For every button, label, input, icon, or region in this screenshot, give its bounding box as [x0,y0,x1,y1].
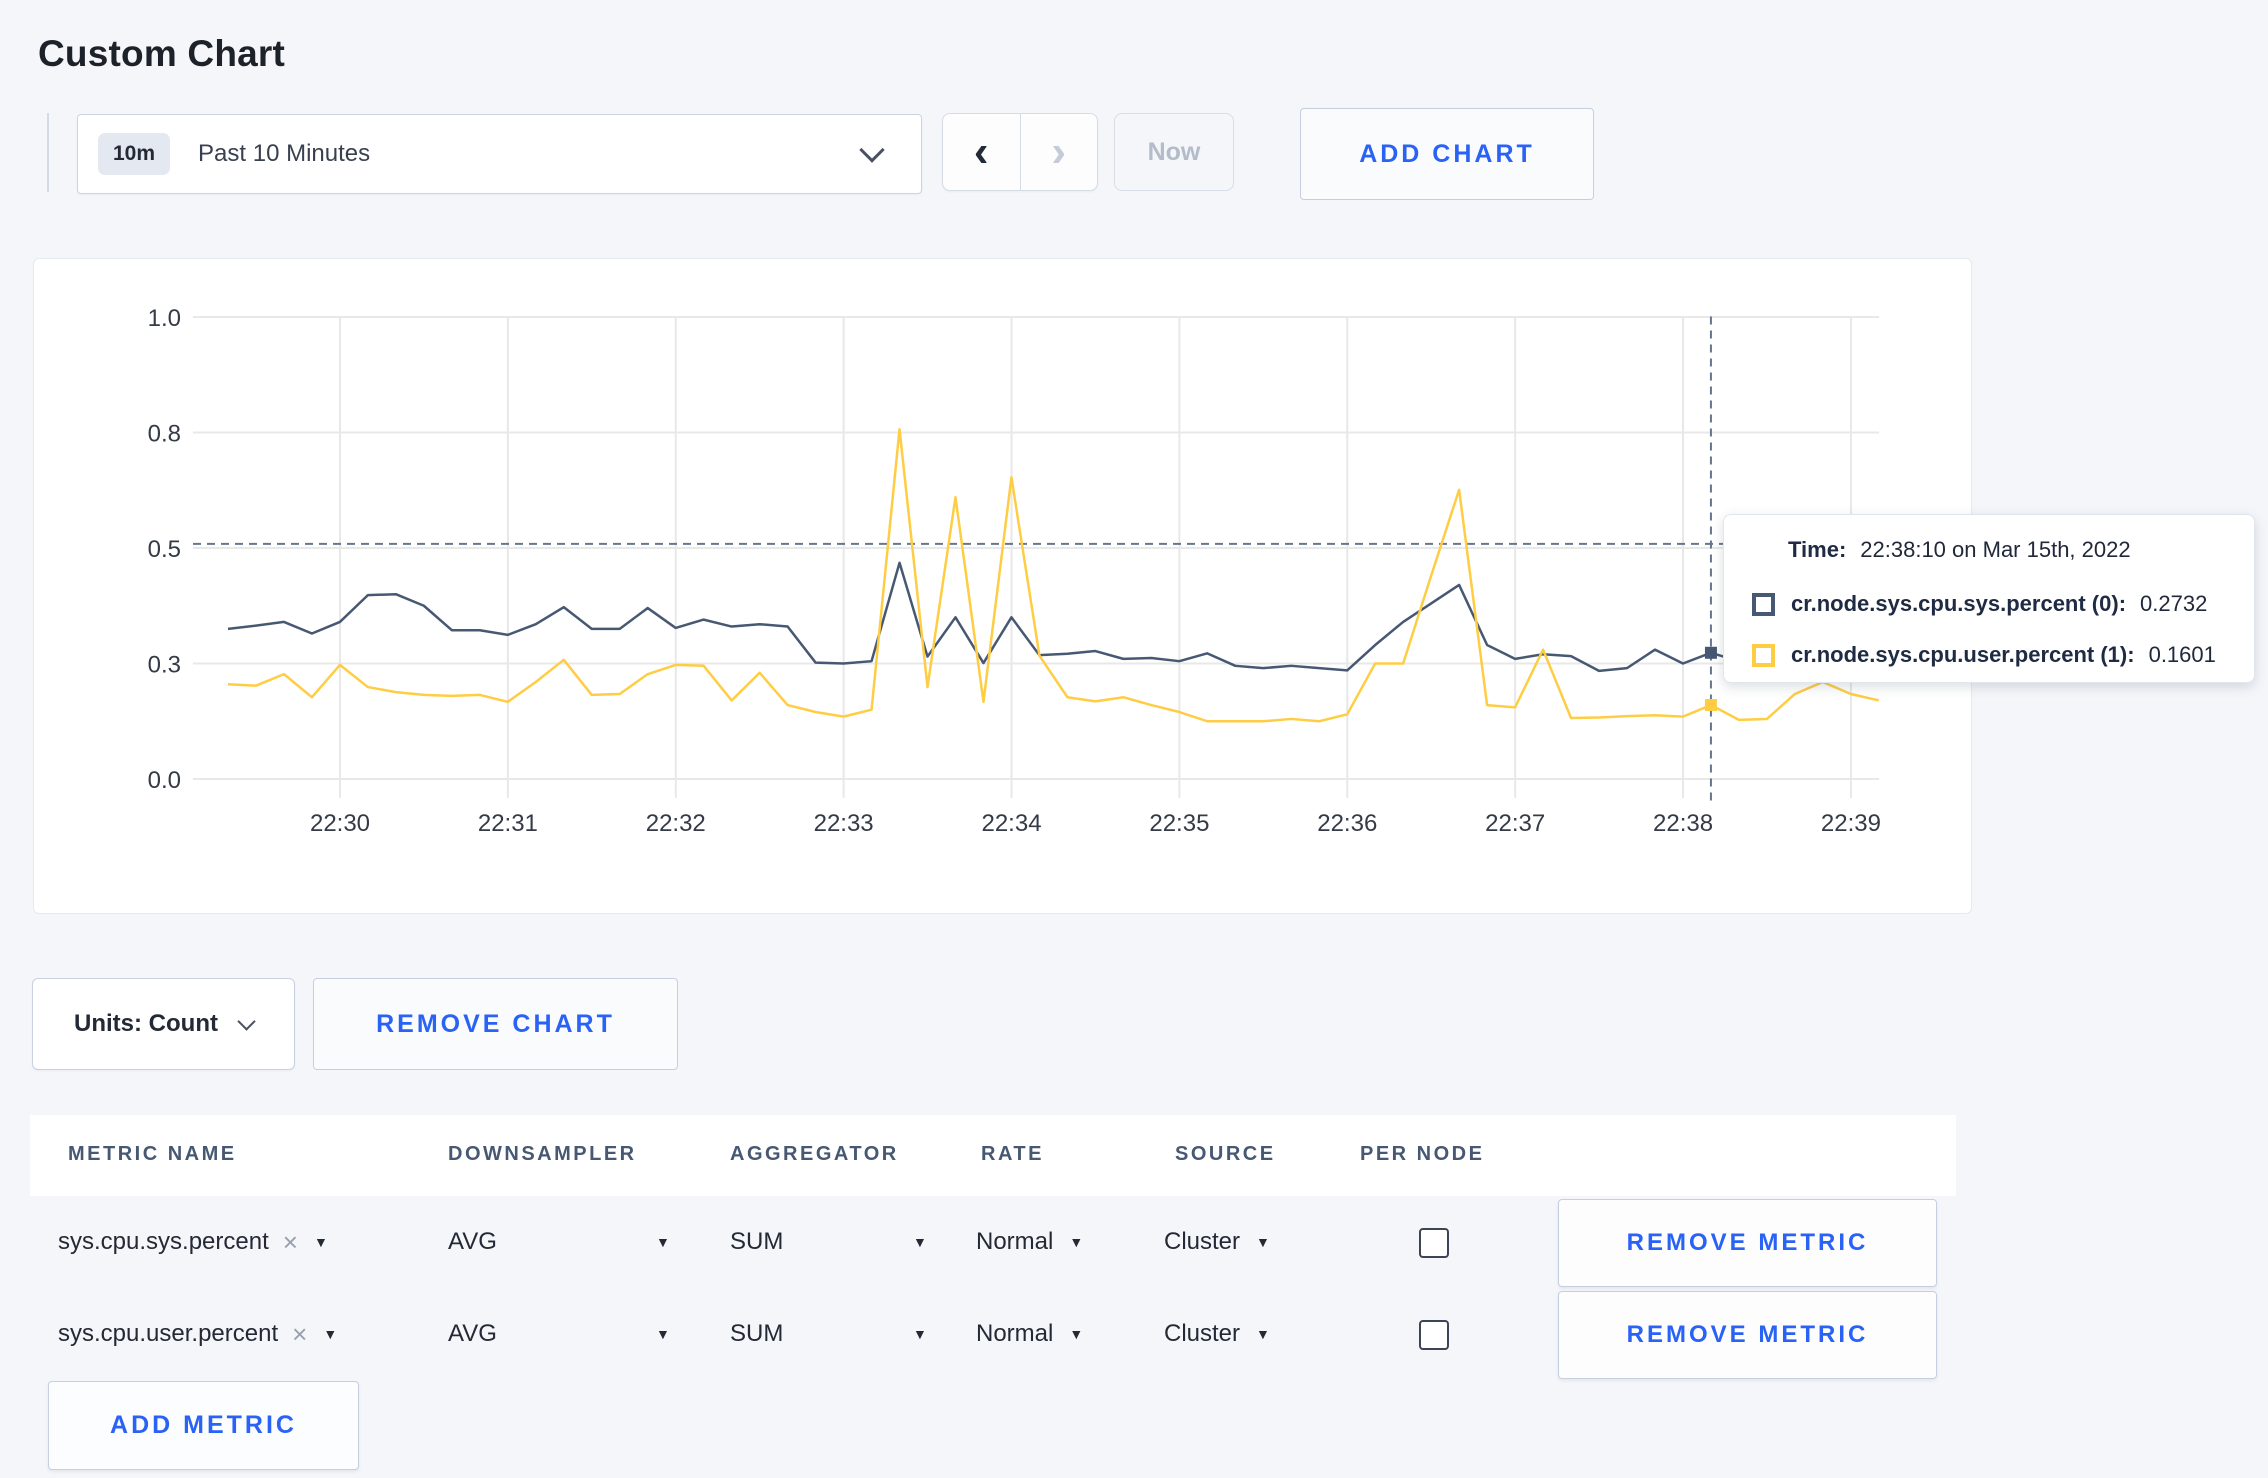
caret-down-icon: ▼ [1069,1326,1084,1342]
rate-value: Normal [976,1320,1054,1347]
downsampler-select[interactable]: AVG ▼ [448,1288,670,1380]
svg-text:22:38: 22:38 [1653,810,1713,837]
tooltip-time-label: Time: [1788,537,1847,562]
column-header-metric-name: METRIC NAME [68,1143,237,1165]
svg-text:22:37: 22:37 [1485,810,1545,837]
caret-down-icon: ▼ [313,1234,328,1250]
metric-name-select[interactable]: sys.cpu.sys.percent × ▼ [58,1196,328,1288]
aggregator-value: SUM [730,1320,784,1347]
metrics-table-header: METRIC NAME DOWNSAMPLER AGGREGATOR RATE … [30,1115,1956,1196]
chevron-down-icon [859,137,885,163]
add-metric-label: ADD METRIC [110,1411,297,1439]
tooltip-series-row: cr.node.sys.cpu.user.percent (1): 0.1601 [1752,642,2216,668]
svg-text:0.3: 0.3 [148,652,181,679]
rate-select[interactable]: Normal ▼ [976,1288,1083,1380]
aggregator-select[interactable]: SUM ▼ [730,1196,927,1288]
svg-text:22:35: 22:35 [1149,810,1209,837]
metric-name-value: sys.cpu.sys.percent [58,1228,269,1255]
per-node-checkbox[interactable] [1419,1228,1449,1258]
caret-down-icon: ▼ [1256,1234,1270,1250]
toolbar-divider [47,113,49,192]
svg-text:22:34: 22:34 [981,810,1041,837]
caret-down-icon: ▼ [323,1326,338,1342]
tooltip-series-name: cr.node.sys.cpu.sys.percent (0): [1791,591,2127,616]
svg-text:22:39: 22:39 [1821,810,1881,837]
metric-row: sys.cpu.sys.percent × ▼ AVG ▼ SUM ▼ Norm… [0,1196,2268,1288]
svg-text:22:30: 22:30 [310,810,370,837]
now-button-label: Now [1147,137,1201,166]
chevron-down-icon [237,1011,256,1031]
next-range-button[interactable]: › [1021,114,1098,190]
caret-down-icon: ▼ [1069,1234,1084,1250]
column-header-per-node: PER NODE [1360,1143,1485,1165]
series-swatch-icon [1752,592,1775,616]
column-header-downsampler: DOWNSAMPLER [448,1143,637,1165]
clear-metric-icon[interactable]: × [283,1227,298,1258]
time-range-badge: 10m [98,133,171,175]
source-value: Cluster [1164,1320,1241,1347]
column-header-rate: RATE [981,1143,1044,1165]
metric-name-select[interactable]: sys.cpu.user.percent × ▼ [58,1288,337,1380]
rate-select[interactable]: Normal ▼ [976,1196,1083,1288]
chart-card: 0.0 0.3 0.5 0.8 1.0 22:30 22:31 22:32 22:33 22:34… [33,258,1972,914]
clear-metric-icon[interactable]: × [292,1319,307,1350]
units-dropdown[interactable]: Units: Count [32,978,295,1070]
tooltip-series-value: 0.2732 [2140,591,2208,616]
tooltip-time-row: Time: 22:38:10 on Mar 15th, 2022 [1788,537,2131,563]
svg-text:22:36: 22:36 [1317,810,1377,837]
caret-down-icon: ▼ [1256,1326,1270,1342]
add-chart-label: ADD CHART [1359,139,1535,168]
now-button[interactable]: Now [1114,113,1234,191]
metric-name-value: sys.cpu.user.percent [58,1320,279,1347]
svg-text:0.8: 0.8 [148,421,181,448]
rate-value: Normal [976,1228,1054,1255]
remove-metric-button[interactable]: REMOVE METRIC [1558,1199,1937,1287]
metric-row: sys.cpu.user.percent × ▼ AVG ▼ SUM ▼ Nor… [0,1288,2268,1380]
svg-text:1.0: 1.0 [148,305,181,332]
tooltip-series-row: cr.node.sys.cpu.sys.percent (0): 0.2732 [1752,591,2207,617]
remove-metric-button[interactable]: REMOVE METRIC [1558,1291,1937,1379]
units-label: Units: Count [74,1010,218,1037]
downsampler-select[interactable]: AVG ▼ [448,1196,670,1288]
remove-chart-button[interactable]: REMOVE CHART [313,978,678,1070]
svg-text:22:32: 22:32 [646,810,706,837]
tooltip-time-value: 22:38:10 on Mar 15th, 2022 [1860,537,2131,562]
add-metric-button[interactable]: ADD METRIC [48,1381,359,1470]
source-select[interactable]: Cluster ▼ [1164,1196,1270,1288]
remove-metric-label: REMOVE METRIC [1626,1229,1869,1256]
add-chart-button[interactable]: ADD CHART [1300,108,1594,200]
time-range-label: Past 10 Minutes [198,140,371,167]
remove-chart-label: REMOVE CHART [376,1009,615,1038]
caret-down-icon: ▼ [913,1234,927,1250]
aggregator-value: SUM [730,1228,784,1255]
svg-text:22:31: 22:31 [478,810,538,837]
tooltip-series-name: cr.node.sys.cpu.user.percent (1): [1791,642,2135,667]
remove-metric-label: REMOVE METRIC [1626,1321,1869,1348]
per-node-checkbox[interactable] [1419,1320,1449,1350]
series-swatch-icon [1752,643,1775,667]
caret-down-icon: ▼ [656,1326,670,1342]
time-range-dropdown[interactable]: 10m Past 10 Minutes [77,114,922,194]
column-header-aggregator: AGGREGATOR [730,1143,899,1165]
chart-plot[interactable]: 0.0 0.3 0.5 0.8 1.0 22:30 22:31 22:32 22:33 22:34… [34,259,1971,913]
caret-down-icon: ▼ [913,1326,927,1342]
downsampler-value: AVG [448,1320,497,1347]
svg-text:0.0: 0.0 [148,767,181,794]
caret-down-icon: ▼ [656,1234,670,1250]
source-select[interactable]: Cluster ▼ [1164,1288,1270,1380]
time-range-arrows: ‹ › [942,113,1098,191]
page-title: Custom Chart [38,32,286,74]
svg-text:22:33: 22:33 [814,810,874,837]
downsampler-value: AVG [448,1228,497,1255]
chart-tooltip: Time: 22:38:10 on Mar 15th, 2022 cr.node… [1723,514,2255,683]
source-value: Cluster [1164,1228,1241,1255]
column-header-source: SOURCE [1175,1143,1276,1165]
tooltip-series-value: 0.1601 [2148,642,2216,667]
aggregator-select[interactable]: SUM ▼ [730,1288,927,1380]
prev-range-button[interactable]: ‹ [943,114,1021,190]
svg-text:0.5: 0.5 [148,536,181,563]
